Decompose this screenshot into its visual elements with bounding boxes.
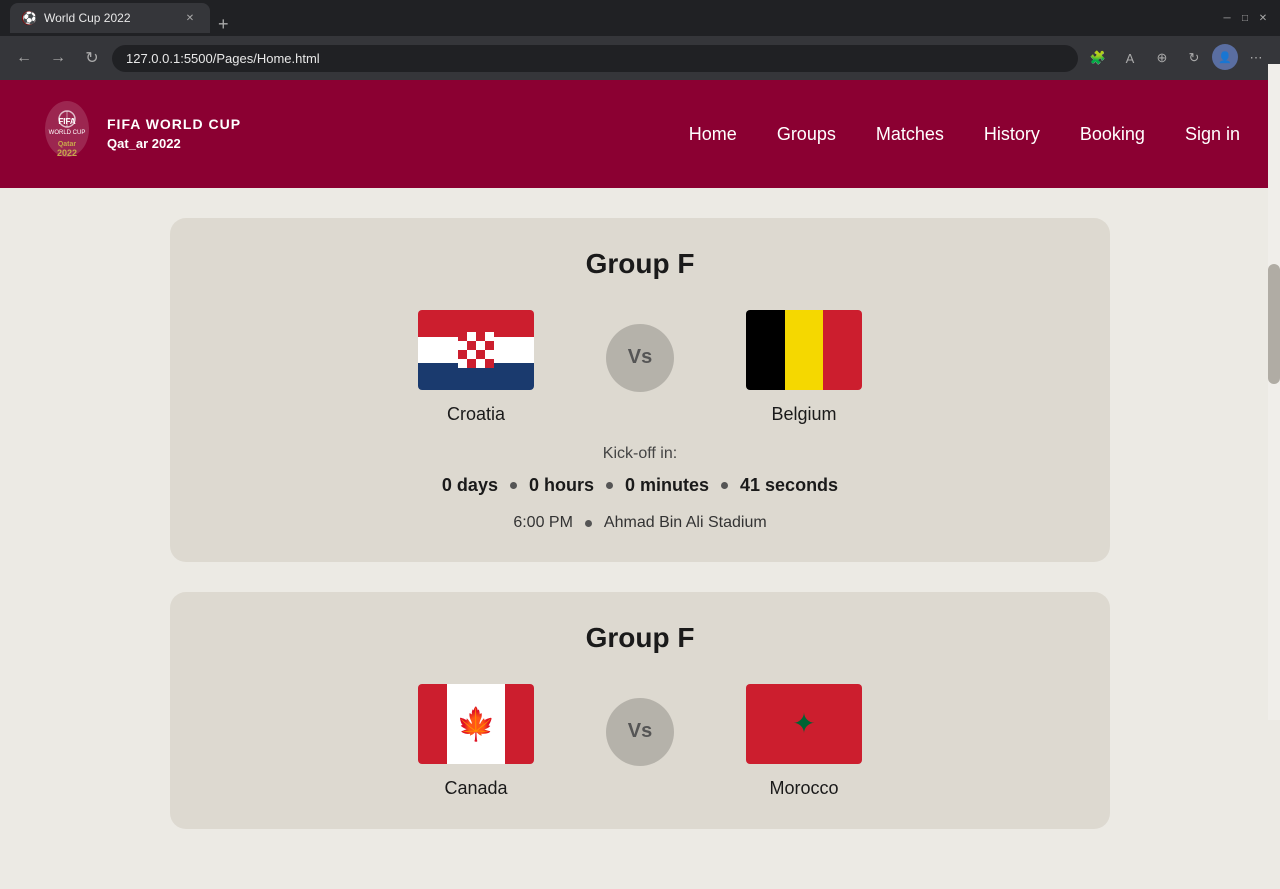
window-controls: ─ □ ✕ (1220, 11, 1270, 25)
group-title-2: Group F (210, 622, 1070, 654)
belgium-flag (746, 310, 862, 390)
refresh-2-icon[interactable]: ↻ (1180, 44, 1208, 72)
address-bar[interactable] (112, 45, 1078, 72)
team-belgium: Belgium (694, 310, 914, 425)
countdown-1: 0 days 0 hours 0 minutes 41 seconds (210, 475, 1070, 496)
nav-links: Home Groups Matches History Booking Sign… (689, 124, 1240, 145)
tab-title: World Cup 2022 (44, 11, 131, 25)
morocco-flag: ✦ (746, 684, 862, 764)
canada-flag: 🍁 (418, 684, 534, 764)
title-bar: ⚽ World Cup 2022 ✕ + ─ □ ✕ (0, 0, 1280, 36)
venue-dot (585, 520, 592, 527)
profile-avatar[interactable]: 👤 (1212, 44, 1238, 70)
toolbar-icons: 🧩 A ⊕ ↻ 👤 ⋯ (1084, 44, 1270, 72)
svg-text:Qatar: Qatar (58, 141, 77, 148)
nav-signin[interactable]: Sign in (1185, 124, 1240, 144)
match-teams-2: 🍁 Canada Vs ✦ Mor (210, 684, 1070, 799)
belgium-name: Belgium (771, 404, 836, 425)
minutes-count: 0 minutes (625, 475, 709, 496)
tab-close-button[interactable]: ✕ (182, 10, 198, 26)
browser-toolbar: ← → ↻ 🧩 A ⊕ ↻ 👤 ⋯ (0, 36, 1280, 80)
match-card-2: Group F 🍁 Canada (170, 592, 1110, 829)
venue-info-1: 6:00 PM Ahmad Bin Ali Stadium (210, 514, 1070, 532)
svg-text:WORLD CUP: WORLD CUP (49, 130, 86, 136)
forward-button[interactable]: → (44, 44, 72, 72)
scrollbar-thumb[interactable] (1268, 264, 1280, 384)
translate-icon[interactable]: ⊕ (1148, 44, 1176, 72)
match-card-1: Group F (170, 218, 1110, 562)
canada-right-stripe (505, 684, 534, 764)
match-time-1: 6:00 PM (513, 514, 573, 532)
nav-matches[interactable]: Matches (876, 124, 944, 144)
back-button[interactable]: ← (10, 44, 38, 72)
nav-groups[interactable]: Groups (777, 124, 836, 144)
match-info-1: Kick-off in: 0 days 0 hours 0 minutes 41… (210, 445, 1070, 532)
vs-badge-1: Vs (606, 324, 674, 392)
croatia-flag (418, 310, 534, 390)
maple-leaf-icon: 🍁 (456, 708, 496, 740)
seconds-count: 41 seconds (740, 475, 838, 496)
belgium-red (823, 310, 862, 390)
team-morocco: ✦ Morocco (694, 684, 914, 799)
new-tab-button[interactable]: + (210, 15, 237, 33)
refresh-button[interactable]: ↻ (78, 44, 106, 72)
group-title-1: Group F (210, 248, 1070, 280)
vs-badge-2: Vs (606, 698, 674, 766)
logo-area[interactable]: FIFA WORLD CUP Qatar 2022 FIFA WORLD CUP… (40, 99, 241, 169)
browser-tab[interactable]: ⚽ World Cup 2022 ✕ (10, 3, 210, 33)
extensions-icon[interactable]: 🧩 (1084, 44, 1112, 72)
morocco-flag-inner: ✦ (746, 684, 862, 764)
navbar: FIFA WORLD CUP Qatar 2022 FIFA WORLD CUP… (0, 80, 1280, 188)
canada-left-stripe (418, 684, 447, 764)
close-button[interactable]: ✕ (1256, 11, 1270, 25)
days-count: 0 days (442, 475, 498, 496)
kickoff-label-1: Kick-off in: (210, 445, 1070, 463)
morocco-name: Morocco (769, 778, 838, 799)
stadium-1: Ahmad Bin Ali Stadium (604, 514, 767, 532)
reader-mode-icon[interactable]: A (1116, 44, 1144, 72)
nav-home[interactable]: Home (689, 124, 737, 144)
logo-qatar: Qat_ar 2022 (107, 135, 241, 153)
page-content: FIFA WORLD CUP Qatar 2022 FIFA WORLD CUP… (0, 80, 1280, 889)
nav-booking[interactable]: Booking (1080, 124, 1145, 144)
morocco-star-icon: ✦ (792, 710, 815, 738)
team-croatia: Croatia (366, 310, 586, 425)
menu-icon[interactable]: ⋯ (1242, 44, 1270, 72)
logo-text: FIFA WORLD CUP Qat_ar 2022 (107, 115, 241, 153)
browser-window: ⚽ World Cup 2022 ✕ + ─ □ ✕ ← → ↻ 🧩 A ⊕ ↻… (0, 0, 1280, 80)
dot-3 (721, 482, 728, 489)
canada-flag-inner: 🍁 (418, 684, 534, 764)
tab-favicon: ⚽ (22, 11, 36, 25)
logo-emblem: FIFA WORLD CUP Qatar 2022 (40, 99, 95, 169)
croatia-name: Croatia (447, 404, 505, 425)
canada-name: Canada (444, 778, 507, 799)
nav-history[interactable]: History (984, 124, 1040, 144)
croatia-flag-inner (418, 310, 534, 390)
dot-2 (606, 482, 613, 489)
logo-fifa: FIFA WORLD CUP (107, 115, 241, 135)
scrollbar[interactable] (1268, 64, 1280, 720)
belgium-yellow (785, 310, 824, 390)
dot-1 (510, 482, 517, 489)
croatia-white-stripe (418, 337, 534, 364)
tab-area: ⚽ World Cup 2022 ✕ + (10, 3, 237, 33)
fifa-emblem-svg: FIFA WORLD CUP Qatar 2022 (40, 99, 95, 169)
belgium-flag-inner (746, 310, 862, 390)
match-teams-1: Croatia Vs Belgium (210, 310, 1070, 425)
svg-text:2022: 2022 (57, 148, 77, 158)
belgium-black (746, 310, 785, 390)
hours-count: 0 hours (529, 475, 594, 496)
croatia-checkerboard (458, 332, 494, 368)
main-content: Group F (0, 188, 1280, 889)
minimize-button[interactable]: ─ (1220, 11, 1234, 25)
maximize-button[interactable]: □ (1238, 11, 1252, 25)
team-canada: 🍁 Canada (366, 684, 586, 799)
canada-mid: 🍁 (447, 684, 505, 764)
